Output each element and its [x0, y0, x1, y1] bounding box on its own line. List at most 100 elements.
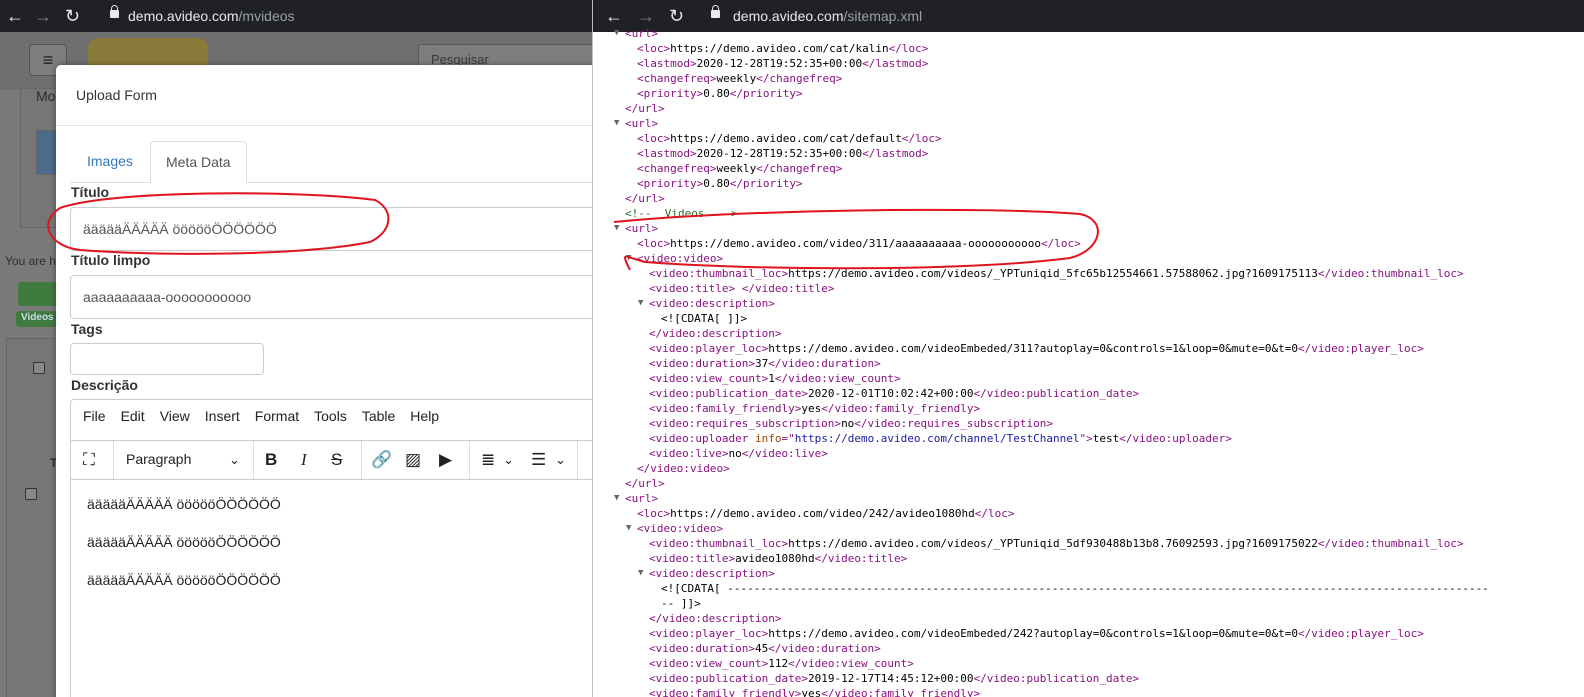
xml-token: <priority>: [637, 177, 704, 190]
xml-token: <lastmod>: [637, 147, 697, 160]
media-icon[interactable]: ▶: [439, 450, 452, 470]
url-text[interactable]: demo.avideo.com/mvideos: [128, 7, 295, 25]
left-browser-window: ← → ↻ demo.avideo.com/mvideos ≡ Pesquisa…: [0, 0, 592, 697]
xml-token: avideo1080hd: [735, 552, 815, 565]
xml-token: yes: [801, 687, 822, 697]
menu-format[interactable]: Format: [255, 408, 299, 424]
chevron-down-icon[interactable]: ⌄: [229, 450, 240, 470]
xml-token: <priority>: [637, 87, 704, 100]
menu-tools[interactable]: Tools: [314, 408, 347, 424]
xml-token: </video:view_count>: [788, 657, 914, 670]
tags-input[interactable]: [70, 343, 264, 375]
forward-arrow-icon[interactable]: →: [637, 5, 655, 27]
xml-line: </url>: [625, 191, 665, 206]
numbered-list-icon[interactable]: ≣: [481, 450, 495, 470]
background-green-button: [18, 282, 58, 306]
collapse-arrow-icon[interactable]: ▼: [614, 491, 619, 506]
xml-line: <video:duration>37</video:duration>: [649, 356, 881, 371]
xml-token: https://demo.avideo.com/cat/default: [670, 132, 902, 145]
xml-token: </video:video>: [637, 462, 730, 475]
xml-token: https://demo.avideo.com/videoEmbeded/242…: [768, 627, 1299, 640]
xml-token: 2020-12-28T19:52:35+00:00: [696, 147, 863, 160]
xml-token: </url>: [625, 102, 665, 115]
xml-token: https://demo.avideo.com/videoEmbeded/311…: [768, 342, 1299, 355]
link-icon[interactable]: 🔗: [371, 450, 392, 470]
menu-view[interactable]: View: [160, 408, 190, 424]
url-text[interactable]: demo.avideo.com/sitemap.xml: [733, 7, 922, 25]
xml-line: <video:requires_subscription>no</video:r…: [649, 416, 1053, 431]
collapse-arrow-icon[interactable]: ▼: [614, 26, 619, 41]
back-arrow-icon[interactable]: ←: [6, 5, 24, 27]
xml-line: <video:thumbnail_loc>https://demo.avideo…: [649, 266, 1464, 281]
reload-icon[interactable]: ↻: [65, 5, 80, 27]
xml-token: 0.80: [703, 87, 730, 100]
titulo-limpo-input[interactable]: aaaaaaaaaa-ooooooooooo: [70, 275, 592, 319]
xml-token: </video:publication_date>: [973, 672, 1140, 685]
xml-line: <video:description>: [649, 296, 775, 311]
collapse-arrow-icon[interactable]: ▼: [626, 521, 631, 536]
right-browser-window: ← → ↻ demo.avideo.com/sitemap.xml <url> ▼…: [592, 0, 1584, 697]
menu-table[interactable]: Table: [362, 408, 395, 424]
xml-token: <video:video>: [637, 252, 724, 265]
forward-arrow-icon[interactable]: →: [34, 5, 52, 27]
upload-form-modal: Upload Form Images Meta Data Título ääää…: [56, 65, 592, 697]
editor-paragraph[interactable]: äääääÄÄÄÄÄ öööööÖÖÖÖÖÖ: [87, 534, 281, 550]
chevron-down-icon[interactable]: ⌄: [503, 450, 514, 470]
menu-insert[interactable]: Insert: [205, 408, 240, 424]
xml-token: 2020-12-01T10:02:42+00:00: [807, 387, 974, 400]
xml-token: </loc>: [974, 507, 1015, 520]
xml-token: https://demo.avideo.com/video/311/aaaaaa…: [670, 237, 1041, 250]
xml-token: <url>: [625, 222, 659, 235]
xml-line: <video:title>avideo1080hd</video:title>: [649, 551, 907, 566]
xml-token: 2020-12-28T19:52:35+00:00: [696, 57, 863, 70]
xml-token: </video:publication_date>: [973, 387, 1140, 400]
xml-token: <video:video>: [637, 522, 724, 535]
collapse-arrow-icon[interactable]: ▼: [638, 296, 643, 311]
editor-paragraph[interactable]: äääääÄÄÄÄÄ öööööÖÖÖÖÖÖ: [87, 496, 281, 512]
menu-edit[interactable]: Edit: [121, 408, 145, 424]
xml-token: https://demo.avideo.com/videos/_YPTuniqi…: [788, 537, 1318, 550]
bold-icon[interactable]: B: [265, 450, 277, 470]
xml-token: no: [841, 417, 855, 430]
collapse-arrow-icon[interactable]: ▼: [626, 251, 631, 266]
xml-token: <video:thumbnail_loc>: [649, 537, 789, 550]
tab-meta-data[interactable]: Meta Data: [150, 141, 247, 183]
xml-line: <video:family_friendly>yes</video:family…: [649, 686, 980, 697]
bullet-list-icon[interactable]: ☰: [531, 450, 546, 470]
rich-text-editor: File Edit View Insert Format Tools Table Help ⛶…: [70, 399, 592, 697]
xml-token: <changefreq>: [637, 162, 717, 175]
reload-icon[interactable]: ↻: [669, 5, 684, 27]
xml-token: <video:family_friendly>: [649, 402, 802, 415]
editor-menubar: File Edit View Insert Format Tools Table Help: [83, 408, 454, 424]
editor-paragraph[interactable]: äääääÄÄÄÄÄ öööööÖÖÖÖÖÖ: [87, 572, 281, 588]
paragraph-select[interactable]: Paragraph: [126, 451, 191, 467]
collapse-arrow-icon[interactable]: ▼: [614, 116, 619, 131]
strikethrough-icon[interactable]: S: [331, 450, 342, 470]
italic-icon[interactable]: I: [301, 450, 307, 470]
background-checkbox: [33, 362, 45, 374]
xml-line: <video:title> </video:title>: [649, 281, 834, 296]
menu-file[interactable]: File: [83, 408, 106, 424]
xml-line: <loc>https://demo.avideo.com/cat/kalin</…: [637, 41, 928, 56]
menu-help[interactable]: Help: [410, 408, 439, 424]
titulo-input[interactable]: äääääÄÄÄÄÄ öööööÖÖÖÖÖÖ: [70, 207, 592, 251]
xml-token: <![CDATA[ ------------------------------…: [661, 582, 1489, 595]
xml-token: https://demo.avideo.com/videos/_YPTuniqi…: [788, 267, 1318, 280]
fullscreen-icon[interactable]: ⛶: [83, 450, 95, 470]
collapse-arrow-icon[interactable]: ▼: [638, 566, 643, 581]
xml-token: </video:live>: [741, 447, 828, 460]
tab-images[interactable]: Images: [72, 141, 148, 183]
xml-token: 1: [768, 372, 775, 385]
image-icon[interactable]: ▨: [405, 450, 421, 470]
xml-line: <video:family_friendly>yes</video:family…: [649, 401, 980, 416]
xml-token: no: [728, 447, 742, 460]
chevron-down-icon[interactable]: ⌄: [555, 450, 566, 470]
xml-token: <video:title>: [649, 552, 736, 565]
xml-token: <loc>: [637, 507, 671, 520]
xml-token: =": [781, 432, 795, 445]
collapse-arrow-icon[interactable]: ▼: [614, 221, 619, 236]
tabs-divider: [70, 182, 592, 183]
back-arrow-icon[interactable]: ←: [605, 5, 623, 27]
xml-token: </changefreq>: [756, 72, 843, 85]
xml-token: <video:view_count>: [649, 372, 769, 385]
